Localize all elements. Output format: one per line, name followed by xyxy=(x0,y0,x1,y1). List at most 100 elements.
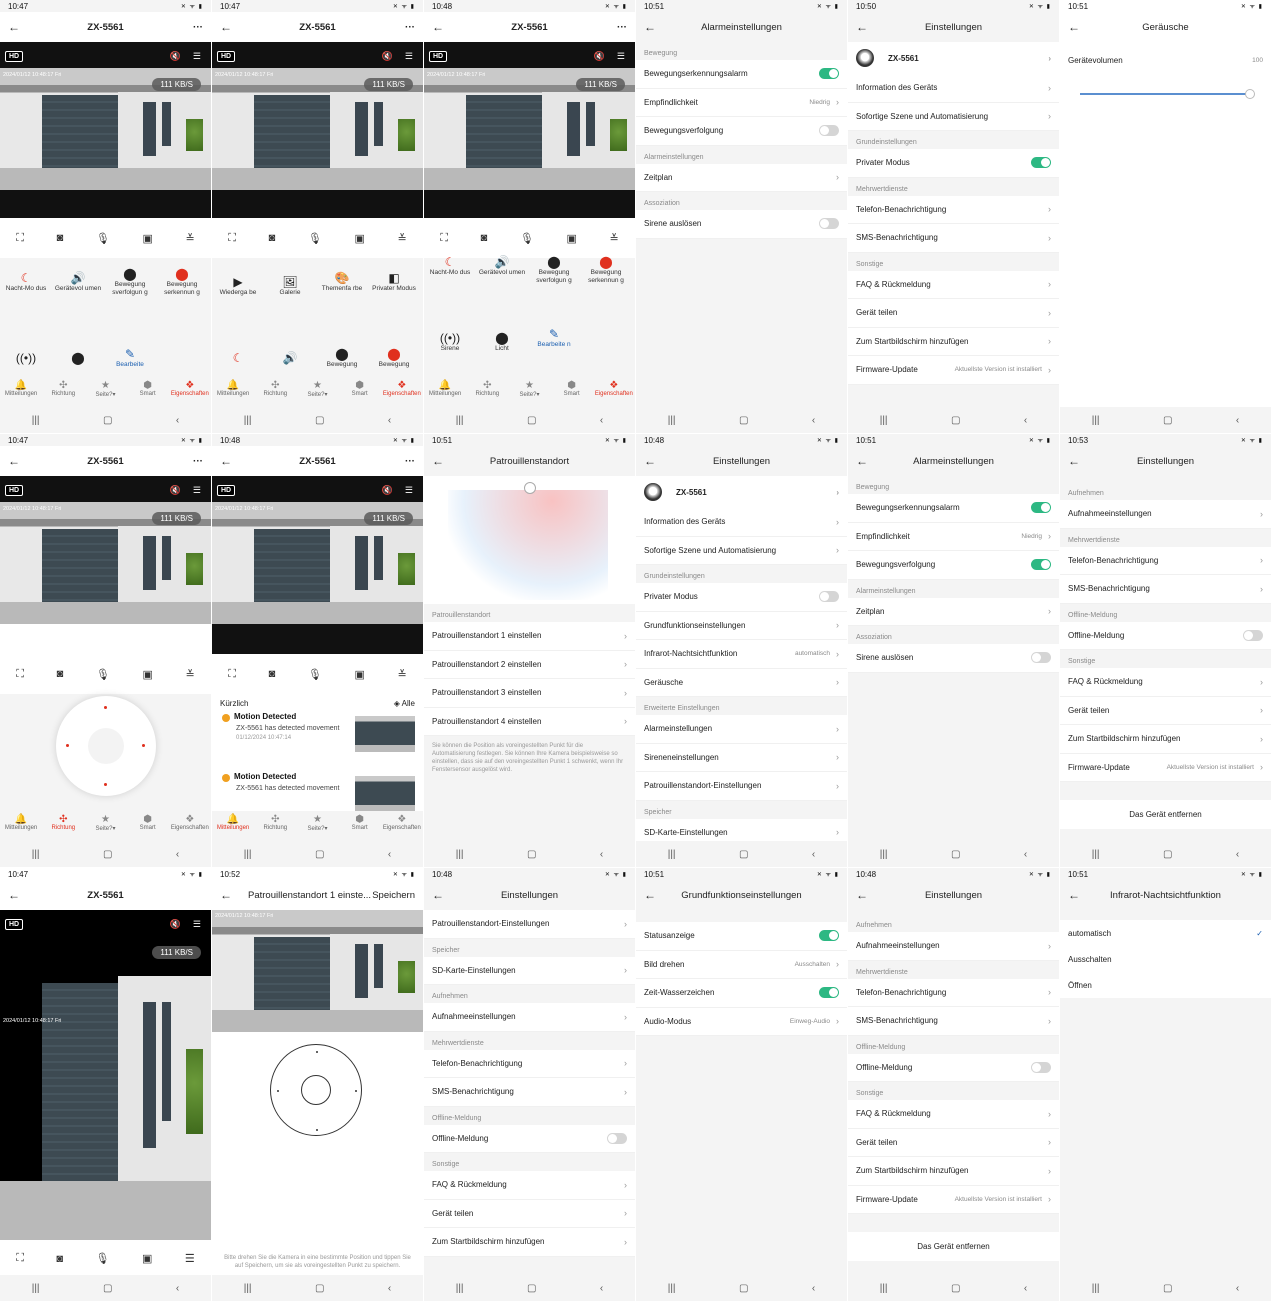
tab-direction[interactable]: ✣ Richtung xyxy=(43,814,83,841)
screenshot-icon[interactable]: ◙ xyxy=(57,668,64,680)
tab-direction[interactable]: ✣ Richtung xyxy=(255,814,295,841)
feature-light[interactable]: ⬤ xyxy=(52,352,104,365)
recents-button[interactable]: ||| xyxy=(880,1283,888,1294)
row-sensitivity[interactable]: Empfindlichkeit Niedrig › xyxy=(636,88,847,117)
back-icon[interactable]: ← xyxy=(220,454,232,468)
remove-device-button[interactable]: Das Gerät entfernen xyxy=(848,1232,1059,1261)
menu-icon[interactable]: ☰ xyxy=(405,51,413,62)
back-icon[interactable]: ← xyxy=(856,888,868,902)
toggle-offline[interactable] xyxy=(607,1132,627,1144)
tab-page[interactable]: ★ Seite?▾ xyxy=(509,380,549,407)
row-tracking[interactable]: Bewegungsverfolgung xyxy=(636,117,847,146)
home-button[interactable]: ▢ xyxy=(1163,415,1172,426)
hd-badge[interactable]: HD xyxy=(217,485,236,496)
more-icon[interactable]: ··· xyxy=(405,456,415,467)
toggle-tracking[interactable] xyxy=(1031,559,1051,571)
collapse-icon[interactable]: ≚ xyxy=(185,668,194,681)
fullscreen-icon[interactable]: ⛶ xyxy=(228,232,236,245)
feature-motion[interactable]: ⬤ Bewegung xyxy=(368,348,420,369)
tab-page[interactable]: ★ Seite?▾ xyxy=(85,814,125,841)
toggle-private-mode[interactable] xyxy=(819,591,839,603)
feature-siren[interactable]: ((•)) xyxy=(0,352,52,365)
home-button[interactable]: ▢ xyxy=(103,849,112,860)
camera-view[interactable]: HD 🔇 ☰ 2024/01/12 10:48:17 Fri 111 KB/S xyxy=(0,42,211,190)
record-icon[interactable]: ▣ xyxy=(142,1252,152,1265)
screenshot-icon[interactable]: ◙ xyxy=(481,232,488,244)
tab-direction[interactable]: ✣ Richtung xyxy=(255,380,295,407)
more-icon[interactable]: ··· xyxy=(617,22,627,33)
row-firmware[interactable]: Firmware-Update Aktuellste Version ist in… xyxy=(1060,753,1271,782)
back-icon[interactable]: ← xyxy=(8,888,20,902)
remove-device-button[interactable]: Das Gerät entfernen xyxy=(1060,800,1271,829)
more-icon[interactable]: ··· xyxy=(193,22,203,33)
tab-page[interactable]: ★ Seite?▾ xyxy=(85,380,125,407)
message-item[interactable]: Motion Detected ZX-5561 has detected move… xyxy=(220,712,415,772)
row-sms[interactable]: SMS-Benachrichtigung › xyxy=(424,1078,635,1107)
collapse-icon[interactable]: ≚ xyxy=(397,232,406,245)
tab-messages[interactable]: 🔔 Mitteilungen xyxy=(1,380,41,407)
tab-smart[interactable]: ⬢ Smart xyxy=(552,380,592,407)
mute-icon[interactable]: 🔇 xyxy=(382,51,393,62)
record-icon[interactable]: ▣ xyxy=(142,668,152,681)
feature-siren[interactable]: ((•)) Sirene xyxy=(424,332,476,353)
back-icon[interactable]: ← xyxy=(8,454,20,468)
row-home-screen[interactable]: Zum Startbildschirm hinzufügen › xyxy=(1060,725,1271,754)
back-button[interactable]: ‹ xyxy=(812,415,815,426)
screenshot-icon[interactable]: ◙ xyxy=(269,232,276,244)
back-icon[interactable]: ← xyxy=(1068,888,1080,902)
row-firmware[interactable]: Firmware-Update Aktuellste Version ist in… xyxy=(848,356,1059,385)
back-icon[interactable]: ← xyxy=(1068,454,1080,468)
row-ir[interactable]: Infrarot-Nachtsichtfunktion automatisch › xyxy=(636,640,847,669)
tab-properties[interactable]: ❖ Eigenschaften xyxy=(382,380,422,407)
row-siren[interactable]: Sirene auslösen xyxy=(636,210,847,239)
feature-motion[interactable]: ⬤ Bewegung serkennun g xyxy=(580,256,632,285)
back-icon[interactable]: ← xyxy=(220,20,232,34)
feature-night-mode[interactable]: ☾ Nacht-Mo dus xyxy=(0,272,52,293)
back-button[interactable]: ‹ xyxy=(1236,1283,1239,1294)
menu-icon[interactable]: ☰ xyxy=(193,919,201,930)
recents-button[interactable]: ||| xyxy=(456,1283,464,1294)
fullscreen-icon[interactable]: ⛶ xyxy=(440,232,448,245)
feature-light[interactable]: ⬤ Licht xyxy=(476,332,528,353)
row-phone[interactable]: Telefon-Benachrichtigung › xyxy=(848,978,1059,1007)
row-motion-alarm[interactable]: Bewegungserkennungsalarm xyxy=(636,60,847,89)
row-sms[interactable]: SMS-Benachrichtigung › xyxy=(1060,575,1271,604)
tab-direction[interactable]: ✣ Richtung xyxy=(467,380,507,407)
feature-volume[interactable]: 🔊 Gerätevol umen xyxy=(476,256,528,277)
fullscreen-icon[interactable]: ⛶ xyxy=(228,668,236,681)
tab-properties[interactable]: ❖ Eigenschaften xyxy=(170,814,210,841)
toggle-motion-alarm[interactable] xyxy=(1031,502,1051,514)
home-button[interactable]: ▢ xyxy=(739,1283,748,1294)
row-sms[interactable]: SMS-Benachrichtigung › xyxy=(848,1007,1059,1036)
tab-properties[interactable]: ❖ Eigenschaften xyxy=(170,380,210,407)
row-device-info[interactable]: Information des Geräts › xyxy=(636,508,847,537)
microphone-icon[interactable]: 🎙 xyxy=(308,668,322,681)
microphone-icon[interactable]: 🎙 xyxy=(308,232,322,245)
record-icon[interactable]: ▣ xyxy=(354,232,364,245)
home-button[interactable]: ▢ xyxy=(951,849,960,860)
row-watermark[interactable]: Zeit-Wasserzeichen xyxy=(636,979,847,1008)
row-basic-func[interactable]: Grundfunktionseinstellungen › xyxy=(636,611,847,640)
tab-page[interactable]: ★ Seite?▾ xyxy=(297,814,337,841)
menu-icon[interactable]: ☰ xyxy=(617,51,625,62)
menu-icon[interactable]: ☰ xyxy=(405,485,413,496)
back-button[interactable]: ‹ xyxy=(1024,415,1027,426)
recents-button[interactable]: ||| xyxy=(244,1283,252,1294)
row-private-mode[interactable]: Privater Modus xyxy=(848,149,1059,178)
back-icon[interactable]: ← xyxy=(220,888,232,902)
home-button[interactable]: ▢ xyxy=(1163,1283,1172,1294)
thumbnail[interactable] xyxy=(355,716,415,752)
row-patrol-2[interactable]: Patrouillenstandort 2 einstellen › xyxy=(424,650,635,679)
back-icon[interactable]: ← xyxy=(644,888,656,902)
row-audio[interactable]: Audio-Modus Einweg-Audio › xyxy=(636,1007,847,1036)
row-home-screen[interactable]: Zum Startbildschirm hinzufügen › xyxy=(848,327,1059,356)
fullscreen-icon[interactable]: ⛶ xyxy=(16,232,24,245)
row-home-screen[interactable]: Zum Startbildschirm hinzufügen › xyxy=(424,1228,635,1257)
feature-volume[interactable]: 🔊 Gerätevol umen xyxy=(52,272,104,293)
row-patrol-settings[interactable]: Patrouillenstandort-Einstellungen › xyxy=(424,910,635,939)
row-phone[interactable]: Telefon-Benachrichtigung › xyxy=(424,1049,635,1078)
feature-private[interactable]: ◧ Privater Modus xyxy=(368,272,420,293)
recents-button[interactable]: ||| xyxy=(456,849,464,860)
home-button[interactable]: ▢ xyxy=(103,415,112,426)
back-button[interactable]: ‹ xyxy=(388,1283,391,1294)
